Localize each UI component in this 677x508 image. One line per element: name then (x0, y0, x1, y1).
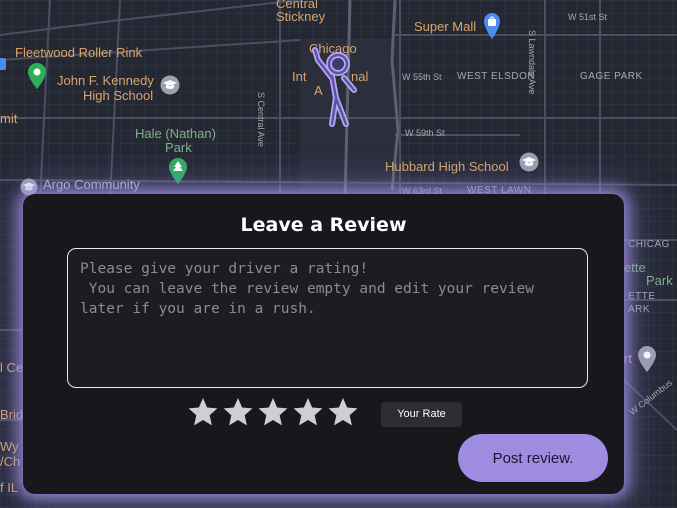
star-icon[interactable] (257, 396, 289, 428)
star-icon[interactable] (222, 396, 254, 428)
dialog-title: Leave a Review (240, 214, 407, 236)
map-label-argo: Argo Community (43, 177, 140, 192)
map-label-int: Int (292, 69, 307, 84)
map-label-summit: mit (0, 111, 18, 126)
map-label-stickney: Stickney (276, 9, 326, 24)
map-label-lawndale: S Lawndale Ave (527, 30, 537, 95)
map-label-left-brid: Brid (0, 407, 24, 422)
map-label-ette: ette (624, 260, 646, 275)
star-rating[interactable] (187, 396, 359, 428)
map-label-left-ce: l Ce (0, 360, 24, 375)
map-label-hale-2: Park (165, 140, 192, 155)
map-label-fleetwood: Fleetwood Roller Rink (15, 45, 143, 60)
map-label-ette-park: Park (646, 273, 673, 288)
map-label-ark: ARK (628, 304, 651, 315)
map-label-super-mall: Super Mall (414, 19, 477, 34)
school-icon[interactable] (160, 75, 180, 95)
map-label-left-il: f IL (0, 480, 19, 495)
map-label-gage-park: GAGE PARK (580, 71, 643, 82)
map-label-chicago-right: CHICAG (628, 239, 670, 250)
map-label-hubbard: Hubbard High School (385, 159, 509, 174)
map-label-ette-caps: ETTE (628, 291, 656, 302)
map-label-w-55th: W 55th St (402, 72, 442, 82)
map-label-w-51st: W 51st St (568, 12, 608, 22)
map-label-jfk-1: John F. Kennedy (57, 73, 154, 88)
map-label-w-59th: W 59th St (405, 128, 445, 138)
location-pin-icon[interactable] (637, 345, 657, 373)
map-label-left-wy: Wy (0, 439, 19, 454)
your-rate-tag: Your Rate (381, 402, 462, 427)
tree-pin-icon[interactable] (168, 157, 188, 185)
star-icon[interactable] (187, 396, 219, 428)
star-icon[interactable] (292, 396, 324, 428)
waving-mascot-icon (312, 47, 357, 127)
map-label-left-ch: /Ch (0, 454, 21, 469)
map-label-west-elsdon: WEST ELSDON (457, 71, 536, 82)
location-tag-icon (0, 58, 6, 70)
map-label-jfk-2: High School (83, 88, 154, 103)
park-pin-icon[interactable] (27, 62, 47, 90)
shopping-bag-pin-icon[interactable] (483, 12, 501, 40)
map-label-central-ave: S Central Ave (256, 92, 266, 147)
school-icon[interactable] (519, 152, 539, 172)
review-textarea[interactable] (67, 248, 588, 388)
review-dialog: Leave a Review Your Rate Post review. (23, 194, 624, 494)
map-label-rt: rt (624, 351, 632, 366)
post-review-button[interactable]: Post review. (458, 434, 608, 482)
star-icon[interactable] (327, 396, 359, 428)
